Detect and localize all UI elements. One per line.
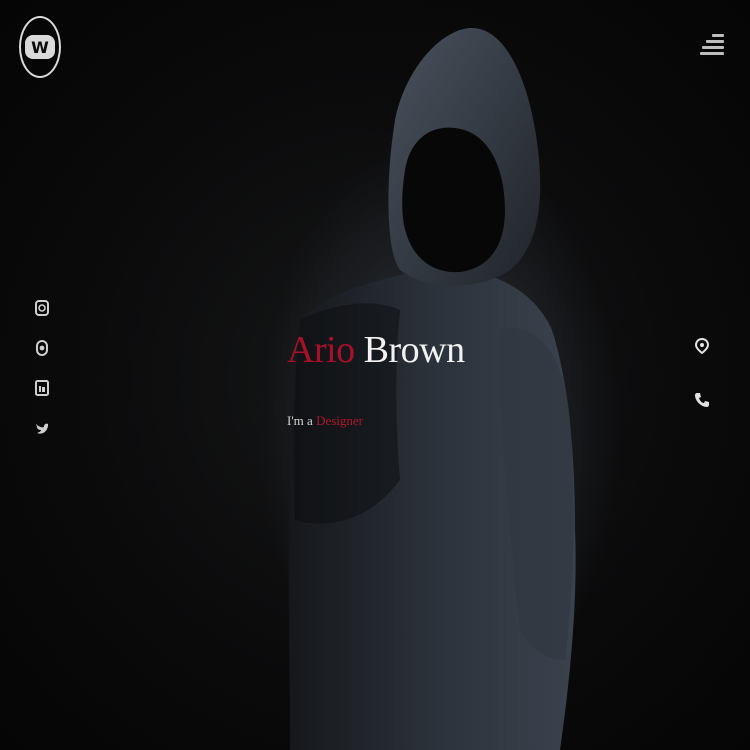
brand-logo[interactable]: W: [19, 16, 61, 78]
phone-icon[interactable]: [694, 392, 710, 408]
first-name: Ario: [287, 329, 355, 371]
location-pin-icon[interactable]: [694, 337, 710, 355]
last-name: Brown: [363, 329, 465, 371]
dribbble-icon[interactable]: [34, 300, 50, 316]
twitter-icon[interactable]: [34, 420, 50, 436]
contact-links: [694, 337, 710, 446]
social-links: [34, 300, 50, 460]
hooded-figure-image: [288, 27, 576, 750]
hero-background: [0, 0, 750, 750]
hero-tagline: I'm a Designer: [287, 413, 363, 429]
tagline-role: Designer: [316, 413, 363, 428]
hero-title: Ario Brown: [287, 328, 465, 372]
tagline-lead: I'm a: [287, 413, 313, 428]
logo-letter: W: [25, 35, 55, 59]
instagram-icon[interactable]: [34, 340, 50, 356]
menu-lines-icon[interactable]: [700, 32, 724, 56]
linkedin-icon[interactable]: [34, 380, 50, 396]
